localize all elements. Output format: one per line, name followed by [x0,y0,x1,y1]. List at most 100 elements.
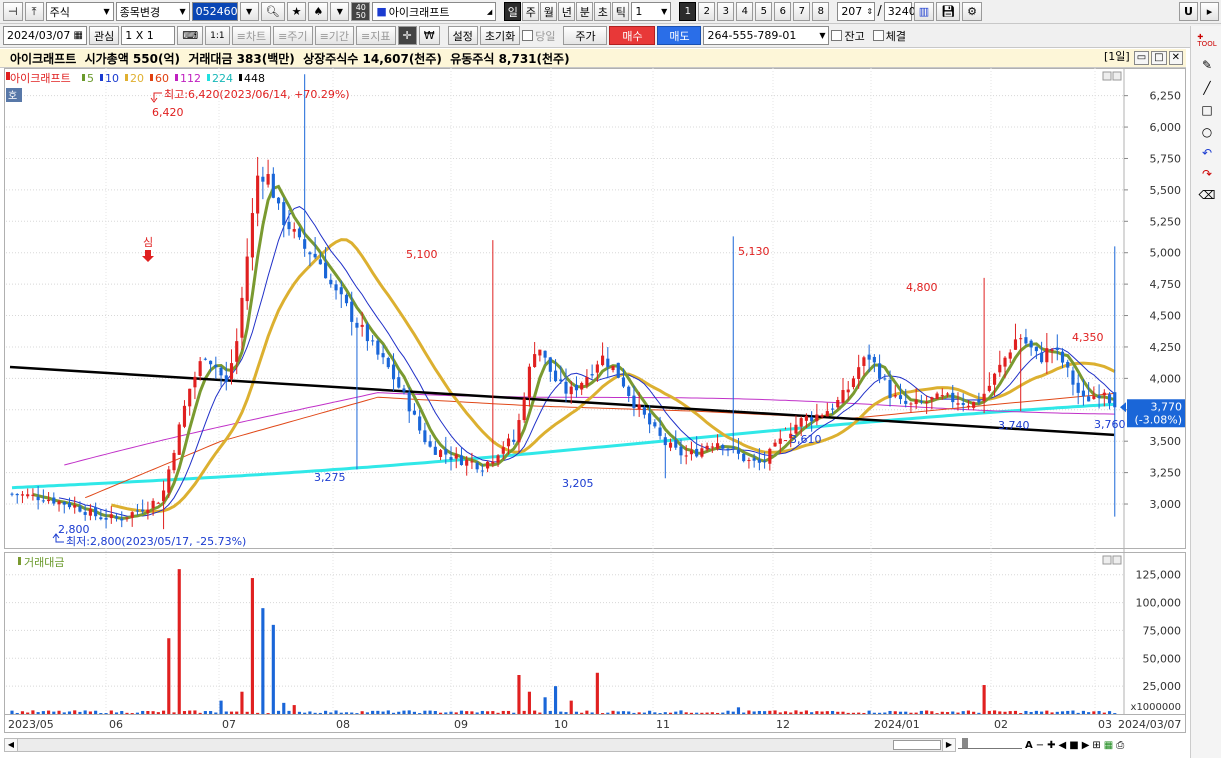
scroll-thumb[interactable] [893,740,941,750]
number-tab[interactable]: 3 [717,2,735,21]
buy-button[interactable]: 매수 [609,26,656,45]
candle-body [757,459,761,463]
print-icon[interactable]: ⎙ [1116,740,1124,751]
fills-checkbox[interactable]: 체결 [872,28,906,44]
period-button[interactable]: ≡기간 [314,26,355,45]
chart-button[interactable]: ≡차트 [231,26,272,45]
period-tab[interactable]: 틱 [612,2,630,21]
pencil-icon[interactable]: ✎ [1198,56,1216,74]
code-dropdown-button[interactable]: ▼ [239,2,259,21]
candle-body [496,455,500,463]
volume-bar [1076,712,1080,714]
redo-icon[interactable]: ↷ [1198,165,1216,183]
scroll-right-icon[interactable]: ▶ [942,739,955,751]
search-icon[interactable]: 🔍︎ [260,2,285,21]
volume-bar [438,712,443,714]
zoom-slider[interactable] [958,738,1022,749]
ratio-input[interactable]: 1 X 1 [121,26,176,45]
crosshair-icon[interactable]: ✛ [397,26,417,45]
excel-icon[interactable]: ▦ [1104,740,1113,751]
u-button[interactable]: U [1179,2,1198,21]
zoom-in-icon[interactable]: A [1025,740,1033,751]
candle-body [700,448,704,457]
market-type-select[interactable]: 주식 ▼ [45,2,114,21]
rewind-icon[interactable]: ◀ [1059,740,1067,751]
volume-bar [1008,711,1012,714]
menu-dropdown-button[interactable]: ▼ [330,2,350,21]
date-input[interactable]: 2024/03/07 ▦ [3,26,87,45]
stock-name-field[interactable]: ■ 아이크래프트 ◢ [372,2,497,21]
change-code-label: 종목변경 [119,5,161,19]
pin-icon[interactable]: ⊣ [3,2,23,21]
share-count-badge[interactable]: 40 50 [351,2,371,21]
candle-body [804,416,808,421]
candle-icon[interactable]: ▥ [913,2,935,21]
period-tab[interactable]: 주 [522,2,540,21]
number-tab[interactable]: 5 [755,2,773,21]
upload-icon[interactable]: ⤒ [24,2,44,21]
ratio-button[interactable]: 1:1 [205,26,230,45]
indicator-button[interactable]: ≡지표 [356,26,396,45]
settings-button[interactable]: 설정 [447,26,478,45]
volume-bar [804,710,808,714]
reset-button[interactable]: 초기화 [479,26,521,45]
star-icon[interactable]: ★ [286,2,307,21]
number-tab[interactable]: 7 [793,2,811,21]
change-code-select[interactable]: 종목변경 ▼ [115,2,190,21]
period-tab[interactable]: 분 [576,2,594,21]
interval-select[interactable]: 1 ▼ [631,2,672,21]
volume-bar [501,710,505,714]
candle-body [130,512,134,518]
number-tab[interactable]: 6 [774,2,792,21]
balance-checkbox[interactable]: 잔고 [831,28,865,44]
rectangle-tool-icon[interactable]: □ [1198,101,1216,119]
checkbox-box [522,30,534,41]
number-tab[interactable]: 2 [698,2,716,21]
line-tool-icon[interactable]: ╱ [1198,79,1216,97]
tool-icon[interactable]: ✚ TOOL [1197,32,1216,50]
period-tab[interactable]: 초 [594,2,612,21]
volume-bar [705,712,709,714]
price-button[interactable]: 주가 [563,26,608,45]
save-icon[interactable]: 💾︎ [936,2,961,21]
keyboard-icon[interactable]: ⌨ [177,26,204,45]
scroll-left-icon[interactable]: ◀ [5,739,18,751]
maximize-icon[interactable]: □ [1151,51,1167,65]
chevron-right-icon[interactable]: ▸ [1200,2,1219,21]
spade-icon[interactable]: ♠ [308,2,329,21]
volume-bar [292,705,296,714]
erase-all-icon[interactable]: ⌫ [1198,186,1216,204]
circle-tool-icon[interactable]: ○ [1198,123,1216,141]
calendar-icon: ▦ [73,30,83,41]
gear-icon[interactable]: ⚙ [962,2,982,21]
cycle-button[interactable]: ≡주기 [273,26,313,45]
number-tab[interactable]: 4 [736,2,754,21]
period-tab[interactable]: 월 [540,2,558,21]
volume-bar [203,711,207,714]
zoom-out-icon[interactable]: − [1036,740,1044,751]
sell-button[interactable]: 매도 [657,26,702,45]
horizontal-scrollbar[interactable]: ◀ ▶ [4,738,956,752]
volume-bar [135,712,140,714]
same-day-checkbox[interactable]: 당일 [522,28,555,44]
play-icon[interactable]: ▶ [1082,740,1090,751]
page-current-input[interactable]: 207 ⇕ [837,2,876,21]
stock-code-input[interactable]: 052460 [191,2,238,21]
close-icon[interactable]: ✕ [1168,51,1183,65]
fit-icon[interactable]: ⊞ [1092,740,1100,751]
interest-button[interactable]: 관심 [89,26,120,45]
account-select[interactable]: 264-555-789-01 ▼ [703,26,830,45]
volume-bar [862,712,866,714]
candle-body [543,350,547,358]
stop-icon[interactable]: ■ [1069,740,1078,751]
period-tab[interactable]: 일 [504,2,522,21]
period-tab[interactable]: 년 [558,2,576,21]
undo-icon[interactable]: ↶ [1198,144,1216,162]
number-tab[interactable]: 1 [679,2,697,21]
add-icon[interactable]: ✚ [1047,740,1055,751]
won-button[interactable]: ₩ [418,26,440,45]
number-tab[interactable]: 8 [812,2,830,21]
volume-bar [1045,710,1049,714]
minimize-icon[interactable]: ▭ [1133,51,1150,65]
price-chart[interactable]: 6,250 6,000 5,750 5,500 5,250 5,000 4,750 4,500… [4,68,1186,738]
